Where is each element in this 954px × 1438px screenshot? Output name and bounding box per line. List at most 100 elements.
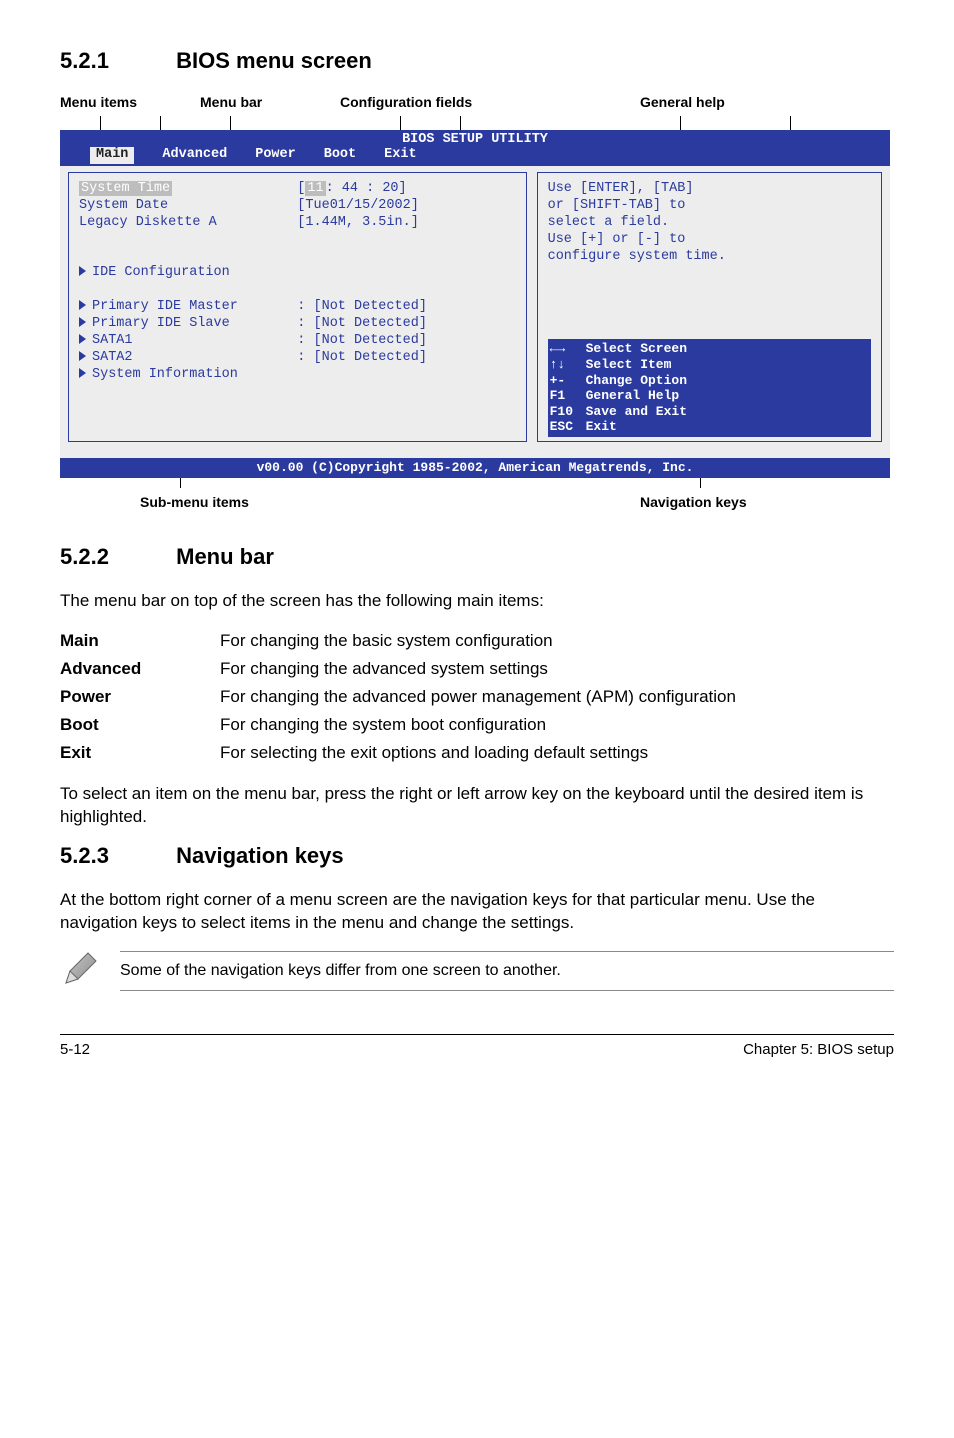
def-term: Power <box>60 683 220 711</box>
label-sata1: SATA1 <box>92 333 133 348</box>
footer-chapter: Chapter 5: BIOS setup <box>743 1041 894 1058</box>
row-system-date[interactable]: System Date [Tue01/15/2002] <box>79 198 516 215</box>
bios-window: BIOS SETUP UTILITY Main Advanced Power B… <box>60 130 890 478</box>
def-term: Advanced <box>60 655 220 683</box>
legend-text-1: Select Item <box>586 357 672 373</box>
bios-tab-advanced[interactable]: Advanced <box>162 147 227 164</box>
val-primary-master: : [Not Detected] <box>297 299 515 316</box>
def-desc: For changing the system boot configurati… <box>220 711 736 739</box>
label-menu-bar: Menu bar <box>200 94 262 110</box>
bios-tab-main[interactable]: Main <box>90 147 134 164</box>
section-title: Menu bar <box>176 544 274 569</box>
label-config-fields: Configuration fields <box>340 94 472 110</box>
section-heading-523: 5.2.3 Navigation keys <box>60 843 894 869</box>
def-desc: For selecting the exit options and loadi… <box>220 739 736 767</box>
menubar-intro: The menu bar on top of the screen has th… <box>60 590 894 613</box>
section-title: BIOS menu screen <box>176 48 372 73</box>
note-text: Some of the navigation keys differ from … <box>120 951 894 991</box>
bios-main-panel: System Time [11: 44 : 20] System Date [T… <box>68 172 527 442</box>
triangle-icon <box>79 317 86 327</box>
label-sys-info: System Information <box>92 367 238 382</box>
label-sub-menu: Sub-menu items <box>140 494 249 510</box>
val-sata2: : [Not Detected] <box>297 350 515 367</box>
val-primary-slave: : [Not Detected] <box>297 316 515 333</box>
val-sata1: : [Not Detected] <box>297 333 515 350</box>
label-general-help: General help <box>640 94 725 110</box>
menubar-outro: To select an item on the menu bar, press… <box>60 783 894 829</box>
row-sys-info[interactable]: System Information <box>79 367 516 384</box>
def-row-boot: BootFor changing the system boot configu… <box>60 711 736 739</box>
label-primary-slave: Primary IDE Slave <box>92 316 230 331</box>
diagram-top-labels: Menu items Menu bar Configuration fields… <box>60 94 894 114</box>
legend-key-0: ←→ <box>550 341 586 357</box>
row-primary-master[interactable]: Primary IDE Master : [Not Detected] <box>79 299 516 316</box>
label-primary-master: Primary IDE Master <box>92 299 238 314</box>
def-row-advanced: AdvancedFor changing the advanced system… <box>60 655 736 683</box>
diagram-top-ticks <box>60 116 894 130</box>
bios-copyright: v00.00 (C)Copyright 1985-2002, American … <box>60 458 890 478</box>
help-line-3: Use [+] or [-] to <box>548 232 871 249</box>
label-ide-config: IDE Configuration <box>92 265 230 280</box>
label-menu-items: Menu items <box>60 94 137 110</box>
label-system-time: System Time <box>79 181 172 196</box>
row-sata1[interactable]: SATA1 : [Not Detected] <box>79 333 516 350</box>
help-line-2: select a field. <box>548 215 871 232</box>
bios-tab-exit[interactable]: Exit <box>384 147 416 164</box>
diagram-bottom-ticks <box>60 478 894 488</box>
row-system-time[interactable]: System Time [11: 44 : 20] <box>79 181 516 198</box>
legend-text-3: General Help <box>586 388 680 404</box>
row-spacer <box>79 232 516 249</box>
menubar-definitions: MainFor changing the basic system config… <box>60 627 736 767</box>
triangle-icon <box>79 300 86 310</box>
legend-text-5: Exit <box>586 419 617 435</box>
triangle-icon <box>79 266 86 276</box>
legend-key-5: ESC <box>550 419 586 435</box>
label-legacy-diskette: Legacy Diskette A <box>79 215 297 232</box>
page-footer: 5-12 Chapter 5: BIOS setup <box>60 1034 894 1058</box>
pencil-icon <box>60 949 100 994</box>
section-heading-522: 5.2.2 Menu bar <box>60 544 894 570</box>
diagram-bottom-labels: Sub-menu items Navigation keys <box>60 494 894 514</box>
triangle-icon <box>79 351 86 361</box>
row-legacy-diskette[interactable]: Legacy Diskette A [1.44M, 3.5in.] <box>79 215 516 232</box>
bios-tab-power[interactable]: Power <box>255 147 296 164</box>
section-number: 5.2.1 <box>60 48 170 74</box>
legend-text-4: Save and Exit <box>586 404 687 420</box>
help-line-0: Use [ENTER], [TAB] <box>548 181 871 198</box>
help-line-4: configure system time. <box>548 249 871 266</box>
label-sata2: SATA2 <box>92 350 133 365</box>
legend-key-4: F10 <box>550 404 586 420</box>
row-primary-slave[interactable]: Primary IDE Slave : [Not Detected] <box>79 316 516 333</box>
def-row-main: MainFor changing the basic system config… <box>60 627 736 655</box>
row-spacer <box>79 282 516 299</box>
section-heading-521: 5.2.1 BIOS menu screen <box>60 48 894 74</box>
def-desc: For changing the advanced power manageme… <box>220 683 736 711</box>
bios-tab-boot[interactable]: Boot <box>324 147 356 164</box>
help-line-1: or [SHIFT-TAB] to <box>548 198 871 215</box>
val-hour: 11 <box>305 181 325 196</box>
val-rest: : 44 : 20] <box>326 181 407 196</box>
section-title: Navigation keys <box>176 843 344 868</box>
label-nav-keys: Navigation keys <box>640 494 747 510</box>
def-desc: For changing the advanced system setting… <box>220 655 736 683</box>
val-legacy-diskette: [1.44M, 3.5in.] <box>297 215 515 232</box>
def-term: Boot <box>60 711 220 739</box>
bios-help-panel: Use [ENTER], [TAB] or [SHIFT-TAB] to sel… <box>537 172 882 442</box>
def-term: Main <box>60 627 220 655</box>
def-row-power: PowerFor changing the advanced power man… <box>60 683 736 711</box>
label-system-date: System Date <box>79 198 297 215</box>
section-number: 5.2.2 <box>60 544 170 570</box>
def-row-exit: ExitFor selecting the exit options and l… <box>60 739 736 767</box>
navkeys-intro: At the bottom right corner of a menu scr… <box>60 889 894 935</box>
bios-titlebar: BIOS SETUP UTILITY Main Advanced Power B… <box>60 130 890 166</box>
bios-diagram: Menu items Menu bar Configuration fields… <box>60 94 894 514</box>
legend-key-1: ↑↓ <box>550 357 586 373</box>
def-desc: For changing the basic system configurat… <box>220 627 736 655</box>
bios-tabs: Main Advanced Power Boot Exit <box>60 147 890 164</box>
legend-key-3: F1 <box>550 388 586 404</box>
row-sata2[interactable]: SATA2 : [Not Detected] <box>79 350 516 367</box>
triangle-icon <box>79 368 86 378</box>
section-number: 5.2.3 <box>60 843 170 869</box>
legend-text-0: Select Screen <box>586 341 687 357</box>
row-ide-config[interactable]: IDE Configuration <box>79 265 516 282</box>
